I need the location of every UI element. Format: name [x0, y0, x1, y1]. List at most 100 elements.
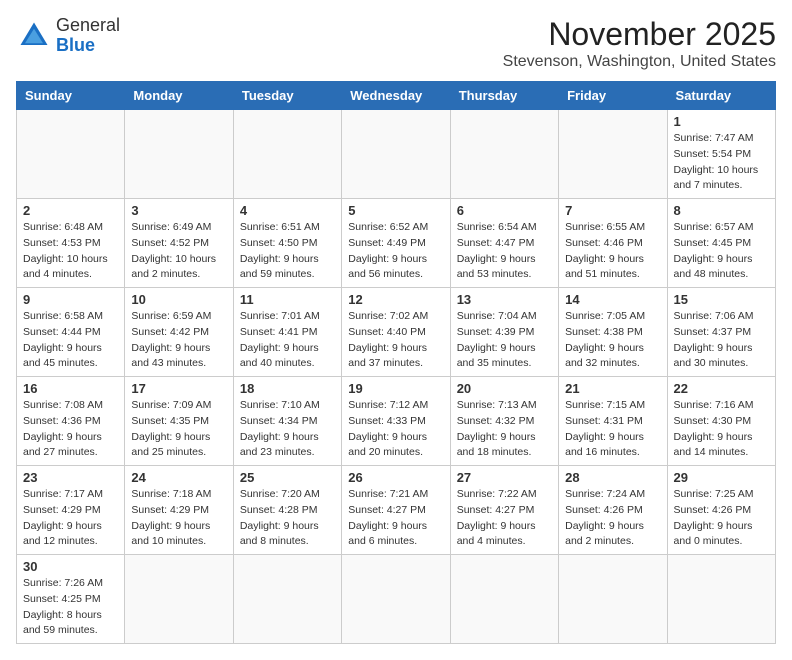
weekday-header-tuesday: Tuesday: [233, 82, 341, 110]
day-number: 10: [131, 292, 226, 307]
calendar-cell: [233, 555, 341, 644]
day-info: Sunrise: 6:51 AM Sunset: 4:50 PM Dayligh…: [240, 220, 335, 283]
calendar-cell: 7 Sunrise: 6:55 AM Sunset: 4:46 PM Daylig…: [559, 199, 667, 288]
day-info: Sunrise: 6:57 AM Sunset: 4:45 PM Dayligh…: [674, 220, 769, 283]
day-info: Sunrise: 7:09 AM Sunset: 4:35 PM Dayligh…: [131, 398, 226, 461]
weekday-header-friday: Friday: [559, 82, 667, 110]
calendar-cell: 19Sunrise: 7:12 AM Sunset: 4:33 PM Dayli…: [342, 377, 450, 466]
calendar-cell: [125, 110, 233, 199]
calendar-cell: [559, 555, 667, 644]
day-info: Sunrise: 7:02 AM Sunset: 4:40 PM Dayligh…: [348, 309, 443, 372]
calendar-cell: 8 Sunrise: 6:57 AM Sunset: 4:45 PM Daylig…: [667, 199, 775, 288]
calendar-cell: 17Sunrise: 7:09 AM Sunset: 4:35 PM Dayli…: [125, 377, 233, 466]
calendar-cell: 25 Sunrise: 7:20 AM Sunset: 4:28 PM Dayli…: [233, 466, 341, 555]
day-number: 13: [457, 292, 552, 307]
day-number: 5: [348, 203, 443, 218]
calendar-cell: [450, 555, 558, 644]
weekday-header-wednesday: Wednesday: [342, 82, 450, 110]
day-number: 11: [240, 292, 335, 307]
day-info: Sunrise: 7:10 AM Sunset: 4:34 PM Dayligh…: [240, 398, 335, 461]
day-number: 24: [131, 470, 226, 485]
month-title: November 2025: [503, 16, 776, 53]
logo-line1: General: [56, 16, 120, 36]
calendar-cell: [125, 555, 233, 644]
location-subtitle: Stevenson, Washington, United States: [503, 53, 776, 71]
calendar-table: SundayMondayTuesdayWednesdayThursdayFrid…: [16, 81, 776, 644]
day-number: 27: [457, 470, 552, 485]
calendar-cell: 13Sunrise: 7:04 AM Sunset: 4:39 PM Dayli…: [450, 288, 558, 377]
calendar-cell: 30 Sunrise: 7:26 AM Sunset: 4:25 PM Dayli…: [17, 555, 125, 644]
day-info: Sunrise: 7:25 AM Sunset: 4:26 PM Dayligh…: [674, 487, 769, 550]
calendar-cell: 26Sunrise: 7:21 AM Sunset: 4:27 PM Dayli…: [342, 466, 450, 555]
day-info: Sunrise: 7:06 AM Sunset: 4:37 PM Dayligh…: [674, 309, 769, 372]
page-header: General Blue November 2025 Stevenson, Wa…: [16, 16, 776, 71]
calendar-cell: [342, 555, 450, 644]
calendar-cell: 18 Sunrise: 7:10 AM Sunset: 4:34 PM Dayli…: [233, 377, 341, 466]
day-info: Sunrise: 6:58 AM Sunset: 4:44 PM Dayligh…: [23, 309, 118, 372]
day-info: Sunrise: 7:24 AM Sunset: 4:26 PM Dayligh…: [565, 487, 660, 550]
calendar-cell: 5 Sunrise: 6:52 AM Sunset: 4:49 PM Daylig…: [342, 199, 450, 288]
day-number: 21: [565, 381, 660, 396]
calendar-cell: 3 Sunrise: 6:49 AM Sunset: 4:52 PM Daylig…: [125, 199, 233, 288]
day-info: Sunrise: 7:47 AM Sunset: 5:54 PM Dayligh…: [674, 131, 769, 194]
calendar-cell: 11 Sunrise: 7:01 AM Sunset: 4:41 PM Dayli…: [233, 288, 341, 377]
day-number: 9: [23, 292, 118, 307]
day-info: Sunrise: 6:54 AM Sunset: 4:47 PM Dayligh…: [457, 220, 552, 283]
day-number: 22: [674, 381, 769, 396]
day-info: Sunrise: 7:16 AM Sunset: 4:30 PM Dayligh…: [674, 398, 769, 461]
title-area: November 2025 Stevenson, Washington, Uni…: [503, 16, 776, 71]
calendar-cell: 28 Sunrise: 7:24 AM Sunset: 4:26 PM Dayli…: [559, 466, 667, 555]
calendar-week-row: 9 Sunrise: 6:58 AM Sunset: 4:44 PM Daylig…: [17, 288, 776, 377]
calendar-cell: [233, 110, 341, 199]
calendar-week-row: 16Sunrise: 7:08 AM Sunset: 4:36 PM Dayli…: [17, 377, 776, 466]
calendar-cell: [667, 555, 775, 644]
weekday-header-saturday: Saturday: [667, 82, 775, 110]
day-number: 18: [240, 381, 335, 396]
day-info: Sunrise: 6:52 AM Sunset: 4:49 PM Dayligh…: [348, 220, 443, 283]
day-info: Sunrise: 7:15 AM Sunset: 4:31 PM Dayligh…: [565, 398, 660, 461]
day-number: 20: [457, 381, 552, 396]
day-number: 23: [23, 470, 118, 485]
day-info: Sunrise: 7:13 AM Sunset: 4:32 PM Dayligh…: [457, 398, 552, 461]
weekday-header-row: SundayMondayTuesdayWednesdayThursdayFrid…: [17, 82, 776, 110]
calendar-cell: 4Sunrise: 6:51 AM Sunset: 4:50 PM Daylig…: [233, 199, 341, 288]
day-number: 30: [23, 559, 118, 574]
day-info: Sunrise: 7:26 AM Sunset: 4:25 PM Dayligh…: [23, 576, 118, 639]
calendar-cell: 12 Sunrise: 7:02 AM Sunset: 4:40 PM Dayli…: [342, 288, 450, 377]
calendar-cell: 20 Sunrise: 7:13 AM Sunset: 4:32 PM Dayli…: [450, 377, 558, 466]
logo-line2: Blue: [56, 36, 120, 56]
calendar-cell: 6 Sunrise: 6:54 AM Sunset: 4:47 PM Daylig…: [450, 199, 558, 288]
day-number: 29: [674, 470, 769, 485]
day-info: Sunrise: 6:49 AM Sunset: 4:52 PM Dayligh…: [131, 220, 226, 283]
calendar-cell: 29 Sunrise: 7:25 AM Sunset: 4:26 PM Dayli…: [667, 466, 775, 555]
day-number: 7: [565, 203, 660, 218]
day-number: 28: [565, 470, 660, 485]
day-info: Sunrise: 7:22 AM Sunset: 4:27 PM Dayligh…: [457, 487, 552, 550]
day-info: Sunrise: 7:20 AM Sunset: 4:28 PM Dayligh…: [240, 487, 335, 550]
day-info: Sunrise: 7:21 AM Sunset: 4:27 PM Dayligh…: [348, 487, 443, 550]
calendar-cell: 23Sunrise: 7:17 AM Sunset: 4:29 PM Dayli…: [17, 466, 125, 555]
day-number: 19: [348, 381, 443, 396]
weekday-header-sunday: Sunday: [17, 82, 125, 110]
day-number: 8: [674, 203, 769, 218]
calendar-week-row: 30 Sunrise: 7:26 AM Sunset: 4:25 PM Dayli…: [17, 555, 776, 644]
day-info: Sunrise: 6:55 AM Sunset: 4:46 PM Dayligh…: [565, 220, 660, 283]
day-info: Sunrise: 7:01 AM Sunset: 4:41 PM Dayligh…: [240, 309, 335, 372]
calendar-week-row: 1 Sunrise: 7:47 AM Sunset: 5:54 PM Daylig…: [17, 110, 776, 199]
day-number: 14: [565, 292, 660, 307]
day-number: 1: [674, 114, 769, 129]
calendar-cell: 22 Sunrise: 7:16 AM Sunset: 4:30 PM Dayli…: [667, 377, 775, 466]
calendar-cell: [17, 110, 125, 199]
calendar-cell: [342, 110, 450, 199]
day-number: 3: [131, 203, 226, 218]
day-number: 25: [240, 470, 335, 485]
calendar-cell: 27 Sunrise: 7:22 AM Sunset: 4:27 PM Dayli…: [450, 466, 558, 555]
day-number: 12: [348, 292, 443, 307]
calendar-cell: 2Sunrise: 6:48 AM Sunset: 4:53 PM Daylig…: [17, 199, 125, 288]
day-number: 6: [457, 203, 552, 218]
day-info: Sunrise: 7:08 AM Sunset: 4:36 PM Dayligh…: [23, 398, 118, 461]
weekday-header-monday: Monday: [125, 82, 233, 110]
calendar-cell: 16Sunrise: 7:08 AM Sunset: 4:36 PM Dayli…: [17, 377, 125, 466]
day-info: Sunrise: 7:05 AM Sunset: 4:38 PM Dayligh…: [565, 309, 660, 372]
logo: General Blue: [16, 16, 120, 56]
